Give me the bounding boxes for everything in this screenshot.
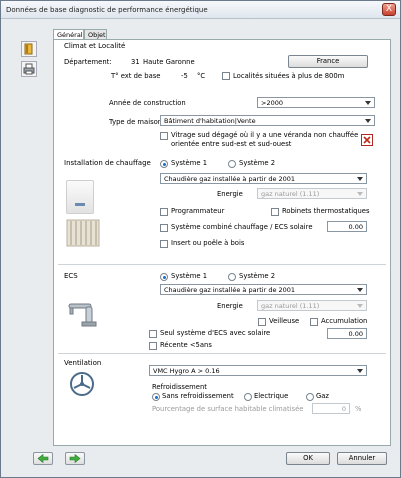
combine-value-input[interactable]: 0.00 xyxy=(327,221,367,232)
chauffage-system1-label: Système 1 xyxy=(171,159,208,167)
radiator-image xyxy=(66,218,100,248)
ecs-energie-value: gaz naturel (1.11) xyxy=(261,302,320,310)
departement-number: 31 xyxy=(131,58,140,66)
chevron-down-icon xyxy=(365,101,371,105)
ecs-energie-label: Energie xyxy=(217,302,243,310)
climat-section-title: Climat et Localité xyxy=(64,42,126,50)
insert-label: Insert ou poêle à bois xyxy=(171,239,245,247)
left-toolbar xyxy=(21,41,41,81)
temp-label: T° ext de base xyxy=(111,72,161,80)
veilleuse-label: Veilleuse xyxy=(269,317,300,325)
combine-checkbox[interactable] xyxy=(160,224,168,232)
chevron-down-icon xyxy=(357,288,363,292)
pourcentage-label: Pourcentage de surface habitable climati… xyxy=(152,405,304,413)
chevron-down-icon xyxy=(357,369,363,373)
country-button[interactable]: France xyxy=(288,55,368,68)
recente-label: Récente <5ans xyxy=(160,341,212,349)
book-icon[interactable] xyxy=(21,41,37,57)
printer-icon[interactable] xyxy=(21,61,37,77)
close-button[interactable]: X xyxy=(382,3,396,16)
ecs-solaire-checkbox[interactable] xyxy=(149,330,157,338)
accumulation-checkbox[interactable] xyxy=(310,318,318,326)
ecs-system2-label: Système 2 xyxy=(239,272,276,280)
ecs-system1-radio[interactable] xyxy=(160,273,168,281)
ventilation-value: VMC Hygro A > 0.16 xyxy=(153,367,220,375)
chauffage-energie-select[interactable]: gaz naturel (1.11) xyxy=(257,188,367,199)
temp-value: -5 xyxy=(181,72,188,80)
construction-select[interactable]: >2000 xyxy=(257,97,375,108)
ok-button[interactable]: OK xyxy=(286,452,330,465)
combine-label: Système combiné chauffage / ECS solaire xyxy=(171,223,313,231)
cancel-button[interactable]: Annuler xyxy=(337,452,387,465)
dialog-window: Données de base diagnostic de performanc… xyxy=(0,0,401,478)
chevron-down-icon xyxy=(365,119,371,123)
gaz-radio[interactable] xyxy=(306,393,314,401)
chauffage-section-title: Installation de chauffage xyxy=(64,159,151,167)
recente-checkbox[interactable] xyxy=(149,342,157,350)
title-bar[interactable]: Données de base diagnostic de performanc… xyxy=(1,1,400,19)
accumulation-label: Accumulation xyxy=(321,317,368,325)
departement-name: Haute Garonne xyxy=(143,58,195,66)
robinets-checkbox[interactable] xyxy=(271,208,279,216)
ventilation-select[interactable]: VMC Hygro A > 0.16 xyxy=(149,365,367,376)
ventilation-section-title: Ventilation xyxy=(64,359,102,367)
construction-value: >2000 xyxy=(261,99,283,107)
chevron-down-icon xyxy=(357,177,363,181)
robinets-label: Robinets thermostatiques xyxy=(282,207,370,215)
ecs-solaire-value-input[interactable]: 0.00 xyxy=(327,328,367,339)
divider xyxy=(58,264,386,265)
boiler-image xyxy=(66,180,94,214)
chauffage-energie-value: gaz naturel (1.11) xyxy=(261,190,320,198)
electrique-label: Electrique xyxy=(254,392,289,400)
sans-refroidissement-radio[interactable] xyxy=(152,393,160,401)
ecs-energie-select[interactable]: gaz naturel (1.11) xyxy=(257,300,367,311)
pourcentage-input[interactable]: 0 xyxy=(312,403,350,414)
vitrage-label-line2: orientée entre sud-est et sud-ouest xyxy=(171,140,292,148)
arrow-right-icon xyxy=(69,453,81,464)
insert-checkbox[interactable] xyxy=(160,240,168,248)
ecs-solaire-label: Seul système d'ECS avec solaire xyxy=(160,329,271,337)
programmateur-checkbox[interactable] xyxy=(160,208,168,216)
divider xyxy=(58,353,386,354)
pdf-icon[interactable] xyxy=(361,134,373,146)
veilleuse-checkbox[interactable] xyxy=(258,318,266,326)
ecs-type-select[interactable]: Chaudière gaz installée à partir de 2001 xyxy=(160,284,367,295)
faucet-image xyxy=(66,298,100,330)
altitude-checkbox[interactable] xyxy=(222,72,230,80)
vitrage-label-line1: Vitrage sud dégagé où il y a une véranda… xyxy=(171,131,359,139)
chauffage-system2-radio[interactable] xyxy=(228,160,236,168)
previous-button[interactable] xyxy=(33,452,53,465)
construction-label: Année de construction xyxy=(109,99,186,107)
chauffage-type-value: Chaudière gaz installée à partir de 2001 xyxy=(164,175,296,183)
ventilation-fan-image xyxy=(68,370,96,398)
refroidissement-title: Refroidissement xyxy=(152,383,207,391)
electrique-radio[interactable] xyxy=(244,393,252,401)
general-panel: Climat et Localité Département: 31 Haute… xyxy=(53,39,391,446)
chauffage-energie-label: Energie xyxy=(217,190,243,198)
chauffage-system1-radio[interactable] xyxy=(160,160,168,168)
next-button[interactable] xyxy=(65,452,85,465)
gaz-label: Gaz xyxy=(316,392,329,400)
maison-value: Bâtiment d'habitation|Vente xyxy=(164,117,256,125)
departement-label: Département: xyxy=(64,58,112,66)
ecs-section-title: ECS xyxy=(64,272,78,280)
chauffage-type-select[interactable]: Chaudière gaz installée à partir de 2001 xyxy=(160,173,367,184)
programmateur-label: Programmateur xyxy=(171,207,225,215)
maison-select[interactable]: Bâtiment d'habitation|Vente xyxy=(160,115,375,126)
arrow-left-icon xyxy=(37,453,49,464)
altitude-label: Localités situées à plus de 800m xyxy=(233,72,345,80)
chevron-down-icon xyxy=(357,192,363,196)
sans-refroidissement-label: Sans refroidissement xyxy=(162,392,234,400)
vitrage-checkbox[interactable] xyxy=(160,132,168,140)
ecs-type-value: Chaudière gaz installée à partir de 2001 xyxy=(164,286,296,294)
pourcentage-unit: % xyxy=(355,405,362,413)
maison-label: Type de maison xyxy=(109,118,163,126)
chauffage-system2-label: Système 2 xyxy=(239,159,276,167)
ecs-system2-radio[interactable] xyxy=(228,273,236,281)
chevron-down-icon xyxy=(357,304,363,308)
window-title: Données de base diagnostic de performanc… xyxy=(6,6,208,14)
temp-unit: °C xyxy=(197,72,206,80)
ecs-system1-label: Système 1 xyxy=(171,272,208,280)
